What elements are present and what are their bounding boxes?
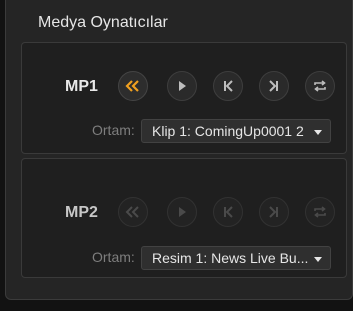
- media-label: Ortam:: [92, 249, 135, 265]
- next-icon: [269, 206, 278, 218]
- media-player-1: MP1 Ortam: Klip 1: ComingUp0001 2: [21, 42, 347, 154]
- panel-title: Medya Oynatıcılar: [38, 14, 168, 31]
- player-label: MP2: [65, 204, 98, 221]
- next-button[interactable]: [259, 71, 289, 101]
- rewind-button[interactable]: [118, 71, 148, 101]
- rewind-icon: [125, 206, 139, 218]
- media-select[interactable]: Klip 1: ComingUp0001 2: [141, 119, 331, 143]
- loop-button[interactable]: [305, 71, 335, 101]
- media-select[interactable]: Resim 1: News Live Bu...: [141, 246, 331, 270]
- rewind-icon: [125, 80, 139, 92]
- loop-button[interactable]: [305, 197, 335, 227]
- previous-icon: [224, 80, 233, 92]
- previous-button[interactable]: [213, 71, 243, 101]
- next-button[interactable]: [259, 197, 289, 227]
- play-button[interactable]: [167, 71, 197, 101]
- player-label: MP1: [65, 78, 98, 95]
- next-icon: [269, 80, 278, 92]
- media-label: Ortam:: [92, 122, 135, 138]
- play-icon: [179, 207, 186, 217]
- loop-icon: [314, 80, 326, 92]
- media-players-panel: Medya Oynatıcılar MP1 Ortam: Klip 1: Com…: [5, 0, 353, 300]
- previous-icon: [224, 206, 233, 218]
- play-button[interactable]: [167, 197, 197, 227]
- media-select-value: Klip 1: ComingUp0001 2: [152, 123, 304, 139]
- chevron-down-icon: [314, 257, 322, 262]
- chevron-down-icon: [314, 130, 322, 135]
- loop-icon: [314, 206, 326, 218]
- media-select-value: Resim 1: News Live Bu...: [152, 250, 309, 266]
- rewind-button[interactable]: [118, 197, 148, 227]
- media-player-2: MP2 Ortam: Resim 1: News Live Bu...: [21, 158, 347, 278]
- play-icon: [179, 81, 186, 91]
- previous-button[interactable]: [213, 197, 243, 227]
